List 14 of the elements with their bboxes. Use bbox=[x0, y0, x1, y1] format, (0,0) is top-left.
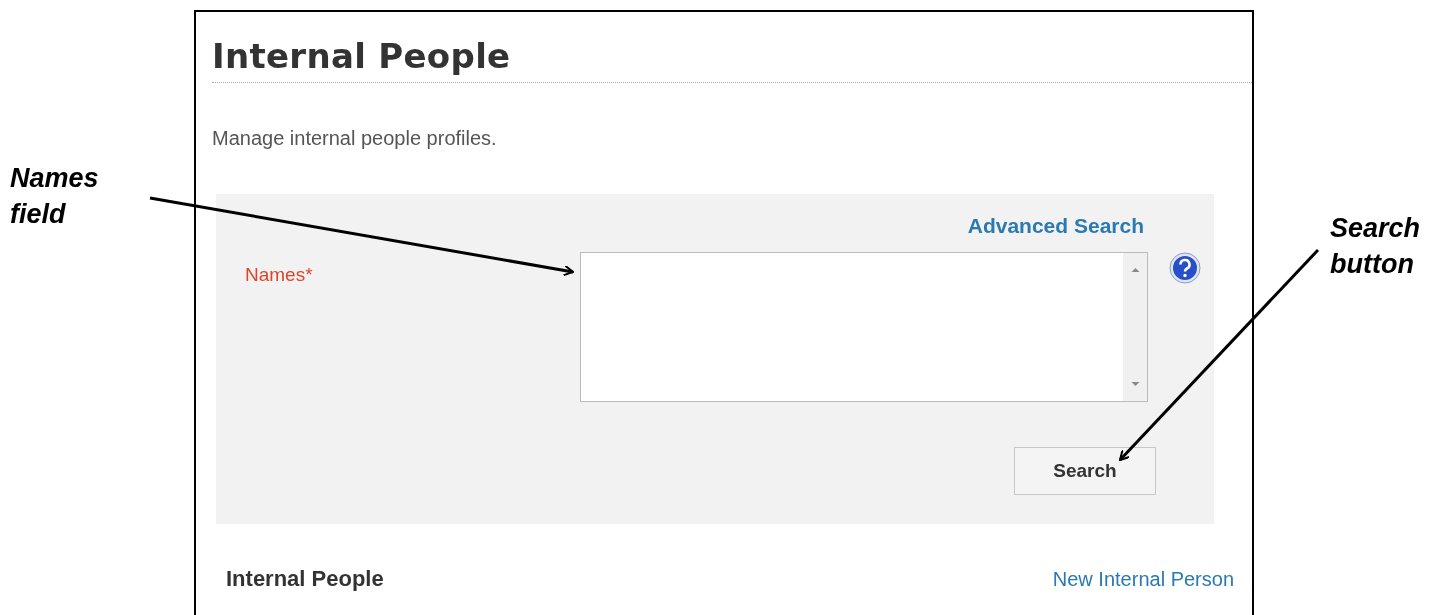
advanced-search-link[interactable]: Advanced Search bbox=[967, 214, 1144, 238]
help-icon[interactable] bbox=[1169, 252, 1201, 284]
section-heading: Internal People bbox=[226, 566, 384, 592]
annotation-label: Search button bbox=[1330, 212, 1422, 281]
scroll-down-icon[interactable] bbox=[1129, 381, 1141, 387]
scroll-up-icon[interactable] bbox=[1129, 267, 1141, 273]
page-title: Internal People bbox=[212, 35, 511, 78]
names-field[interactable] bbox=[580, 252, 1148, 402]
new-person-link[interactable]: New Internal Person bbox=[1052, 567, 1234, 591]
annotation-label: Names field bbox=[10, 162, 100, 231]
scrollbar[interactable] bbox=[1123, 253, 1147, 401]
field-label: Names* bbox=[245, 264, 314, 286]
search-button[interactable]: Search bbox=[1014, 447, 1156, 495]
page-description: Manage internal people profiles. bbox=[212, 127, 497, 150]
